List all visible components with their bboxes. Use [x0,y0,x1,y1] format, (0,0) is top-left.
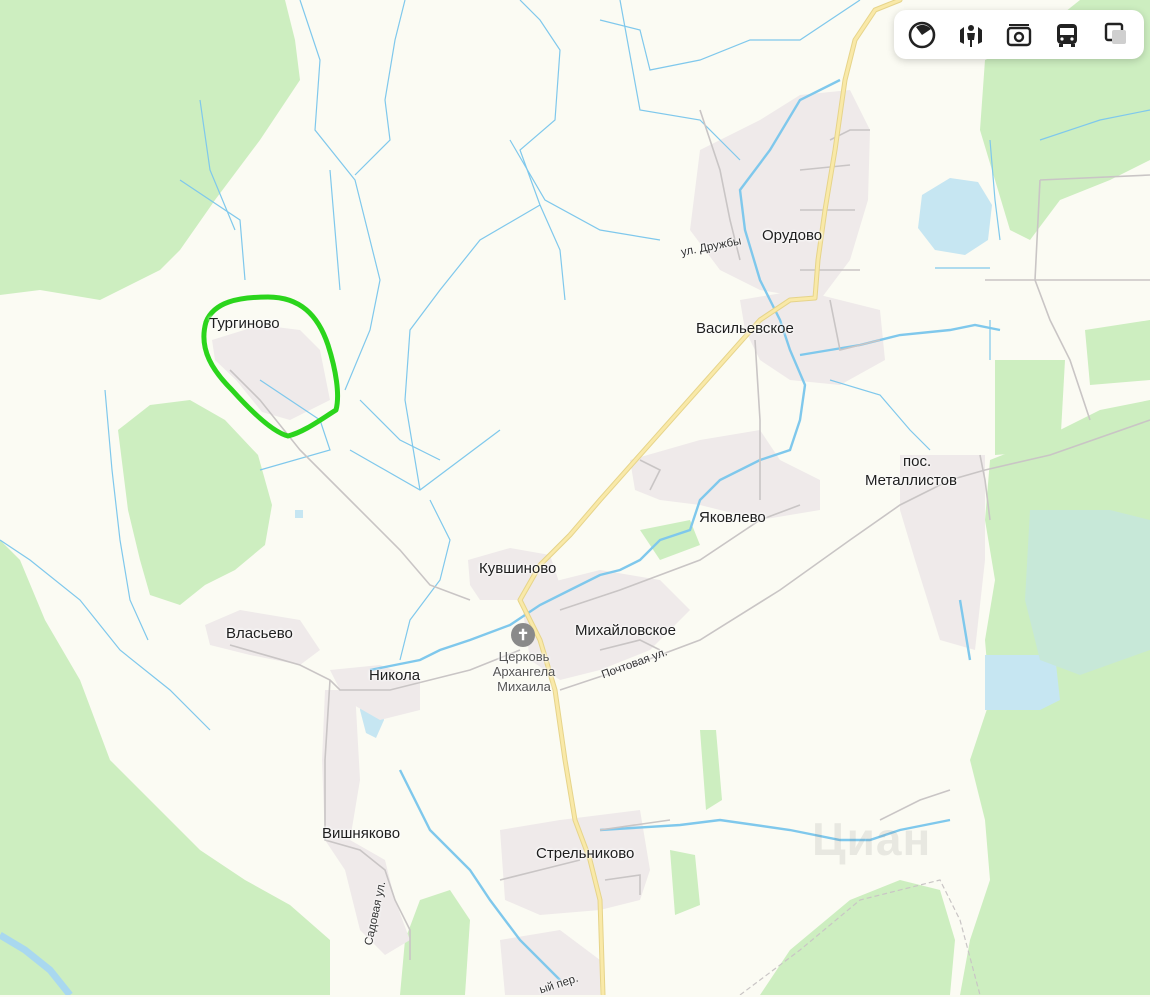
place-label-yakovlevo[interactable]: Яковлево [699,509,766,527]
panorama-person-icon [959,24,982,47]
poi-church-line3: Михаила [497,678,551,694]
poi-label-church[interactable]: Церковь Архангела Михаила [485,649,563,695]
panorama-button[interactable] [952,16,990,54]
place-label-nikola[interactable]: Никола [369,667,420,685]
place-label-kuvshinovo[interactable]: Кувшиново [479,560,556,578]
layers-button[interactable] [903,16,941,54]
bus-icon [1057,23,1078,47]
place-label-pos[interactable]: пос. [903,453,931,471]
place-label-metallistov[interactable]: Металлистов [865,472,957,490]
forest-east-small [1085,320,1150,385]
reservoir-east [1025,510,1150,675]
poi-church-line1: Церковь [498,649,550,664]
place-label-vishnyakovo[interactable]: Вишняково [322,825,400,843]
place-label-mikhaylovskoe[interactable]: Михайловское [575,622,676,640]
map-toolbar [894,10,1144,59]
place-label-strelnikovo[interactable]: Стрельниково [536,845,634,863]
transport-button[interactable] [1048,16,1086,54]
watermark: Циан [812,813,932,865]
poi-church-line2: Архангела [492,663,556,679]
place-label-vlasevo[interactable]: Власьево [226,625,293,643]
layers-icon [908,21,936,48]
traffic-button[interactable] [1097,16,1135,54]
place-label-orudovo[interactable]: Орудово [762,227,822,245]
traffic-square-icon [1104,22,1126,44]
photos-button[interactable] [1000,16,1038,54]
church-icon[interactable]: ✝ [511,623,535,647]
camera-icon [1006,23,1032,46]
place-label-vasilevskoe[interactable]: Васильевское [696,320,794,338]
place-label-turginovo[interactable]: Тургиново [209,315,280,333]
pond-small-1 [295,510,303,518]
